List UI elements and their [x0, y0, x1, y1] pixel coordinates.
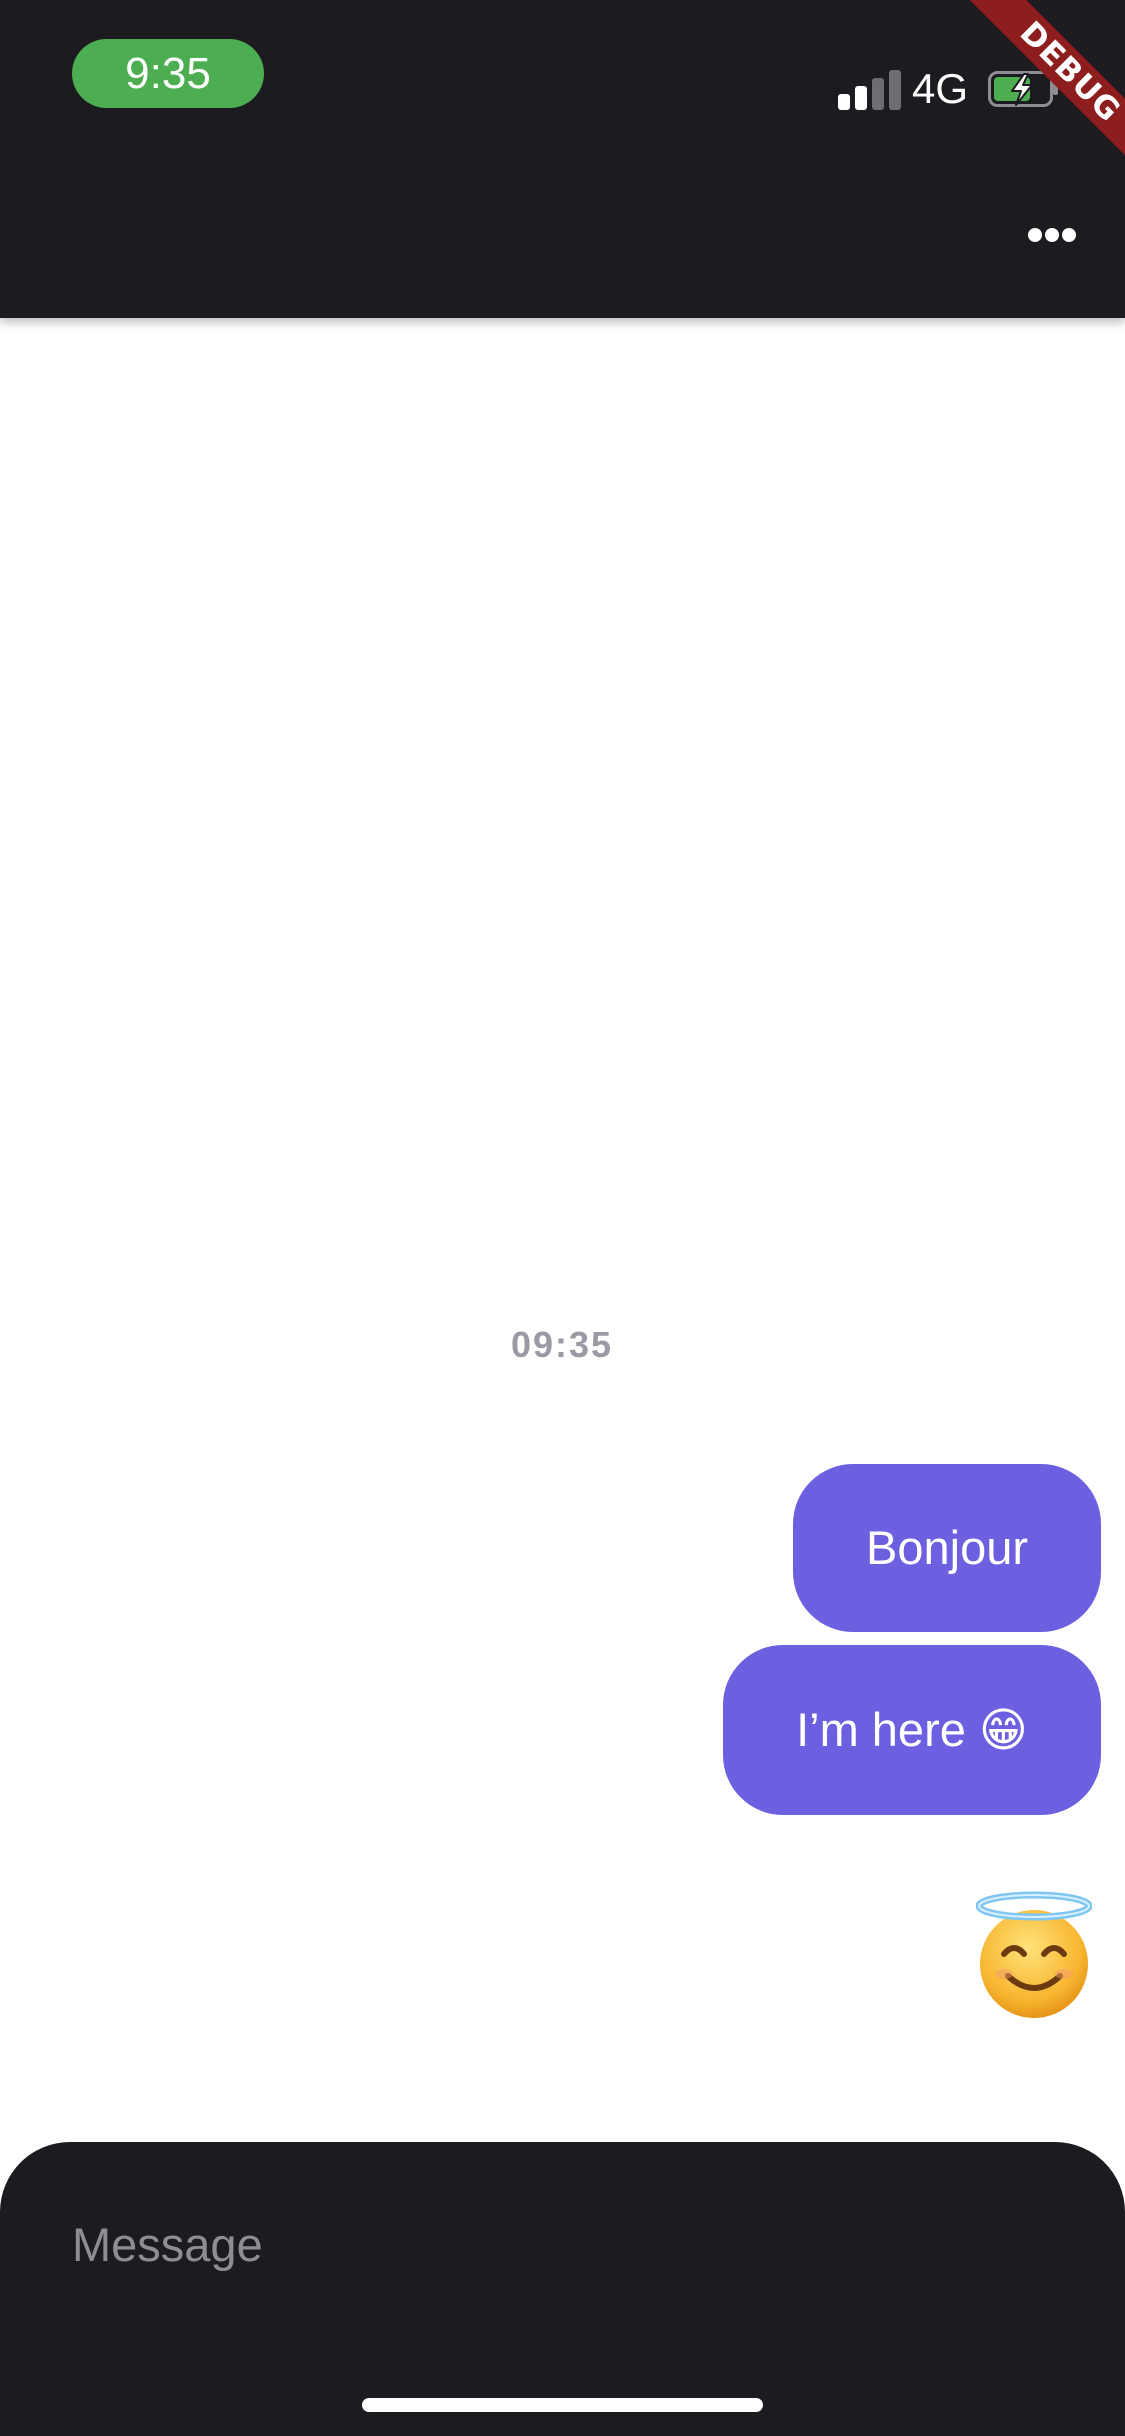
more-options-button[interactable]	[1020, 213, 1084, 257]
debug-banner-label: DEBUG	[963, 0, 1125, 179]
status-time: 9:35	[72, 39, 264, 108]
home-indicator[interactable]	[362, 2398, 763, 2412]
message-timestamp: 09:35	[510, 1324, 614, 1365]
message-composer: Message	[0, 2142, 1125, 2436]
message-input[interactable]: Message	[72, 2210, 972, 2280]
message-bubble[interactable]: Bonjour	[793, 1464, 1101, 1632]
debug-banner: DEBUG	[935, 0, 1125, 190]
smiling-face-with-halo-icon[interactable]	[975, 1890, 1093, 2020]
message-bubble[interactable]: I’m here 😁	[723, 1645, 1101, 1815]
more-horizontal-icon	[1028, 228, 1042, 242]
cellular-signal-icon	[838, 70, 901, 110]
